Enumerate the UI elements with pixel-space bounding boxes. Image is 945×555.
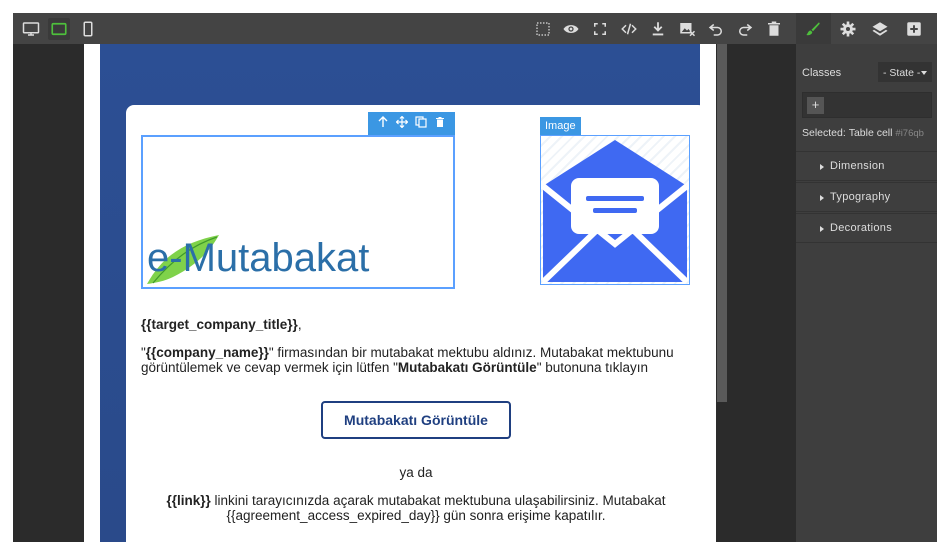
link-var: {{link}} — [166, 493, 211, 508]
link-paragraph[interactable]: {{link}} linkini tarayıcınızda açarak mu… — [141, 493, 691, 523]
greeting-line[interactable]: {{target_company_title}}, — [141, 317, 302, 332]
selected-label: Selected: — [802, 127, 846, 139]
blocks-plus-icon[interactable] — [903, 18, 925, 40]
link-text: linkini tarayıcınızda açarak mutabakat m… — [210, 493, 666, 523]
tablet-icon[interactable] — [48, 18, 70, 40]
panel-tabs — [796, 13, 937, 44]
download-icon[interactable] — [647, 18, 669, 40]
state-value: - State - — [883, 67, 921, 79]
sector-label: Dimension — [830, 160, 885, 172]
select-parent-icon[interactable] — [377, 115, 389, 133]
sector-decorations[interactable]: Decorations — [796, 213, 937, 243]
style-manager-panel: Classes - State - + Selected: Table cell… — [796, 44, 937, 542]
state-select[interactable]: - State - — [878, 62, 932, 82]
email-body[interactable]: e-Mutabakat Image {{target_company_title… — [84, 44, 716, 542]
delete-icon[interactable] — [434, 115, 446, 133]
caret-right-icon — [820, 164, 824, 170]
mobile-icon[interactable] — [77, 18, 99, 40]
undo-icon[interactable] — [705, 18, 727, 40]
preview-eye-icon[interactable] — [560, 18, 582, 40]
component-outline-icon[interactable] — [532, 18, 554, 40]
body-end-text: " butonuna tıklayın — [536, 360, 649, 375]
company-name-var: {{company_name}} — [145, 345, 269, 360]
class-tags-field[interactable]: + — [802, 92, 932, 118]
sector-label: Decorations — [830, 222, 892, 234]
sector-typography[interactable]: Typography — [796, 182, 937, 212]
button-ref-text: Mutabakatı Görüntüle — [397, 360, 537, 375]
caret-right-icon — [820, 226, 824, 232]
style-manager-brush-icon[interactable] — [802, 18, 824, 40]
selected-id: #i76qb — [895, 128, 924, 139]
fullscreen-icon[interactable] — [589, 18, 611, 40]
image-badge: Image — [540, 117, 581, 135]
selection-toolbar — [368, 112, 455, 135]
selected-name: Table cell — [848, 127, 893, 139]
target-company-var: {{target_company_title}} — [141, 317, 298, 332]
clear-image-icon[interactable] — [676, 18, 698, 40]
envelope-image[interactable] — [540, 135, 690, 285]
redo-icon[interactable] — [734, 18, 756, 40]
envelope-icon — [540, 140, 690, 285]
selected-component-info: Selected: Table cell #i76qb — [802, 127, 924, 139]
sector-dimension[interactable]: Dimension — [796, 151, 937, 181]
or-text[interactable]: ya da — [126, 465, 706, 480]
editor-canvas[interactable]: e-Mutabakat Image {{target_company_title… — [13, 44, 796, 542]
greeting-comma: , — [297, 317, 302, 332]
add-class-button[interactable]: + — [807, 97, 824, 114]
move-icon[interactable] — [395, 115, 409, 133]
classes-label: Classes — [802, 67, 842, 79]
code-icon[interactable] — [618, 18, 640, 40]
canvas-scrollbar[interactable] — [717, 44, 727, 402]
chevron-down-icon — [921, 71, 927, 75]
email-header-band[interactable]: e-Mutabakat Image {{target_company_title… — [100, 44, 706, 542]
editor-frame: e-Mutabakat Image {{target_company_title… — [13, 13, 937, 542]
trash-icon[interactable] — [763, 18, 785, 40]
sector-label: Typography — [830, 191, 891, 203]
e-mutabakat-logo: e-Mutabakat — [147, 235, 369, 284]
view-agreement-button[interactable]: Mutabakatı Görüntüle — [321, 401, 511, 439]
settings-gear-icon[interactable] — [837, 18, 859, 40]
caret-right-icon — [820, 195, 824, 201]
desktop-icon[interactable] — [20, 18, 42, 40]
body-paragraph[interactable]: "{{company_name}}" firmasından bir mutab… — [141, 345, 691, 375]
email-content-card[interactable]: e-Mutabakat Image {{target_company_title… — [126, 105, 706, 542]
logo-cell-selected[interactable]: e-Mutabakat — [141, 135, 455, 289]
layers-icon[interactable] — [869, 18, 891, 40]
logo-text: e-Mutabakat — [147, 236, 369, 280]
clone-icon[interactable] — [415, 115, 427, 133]
